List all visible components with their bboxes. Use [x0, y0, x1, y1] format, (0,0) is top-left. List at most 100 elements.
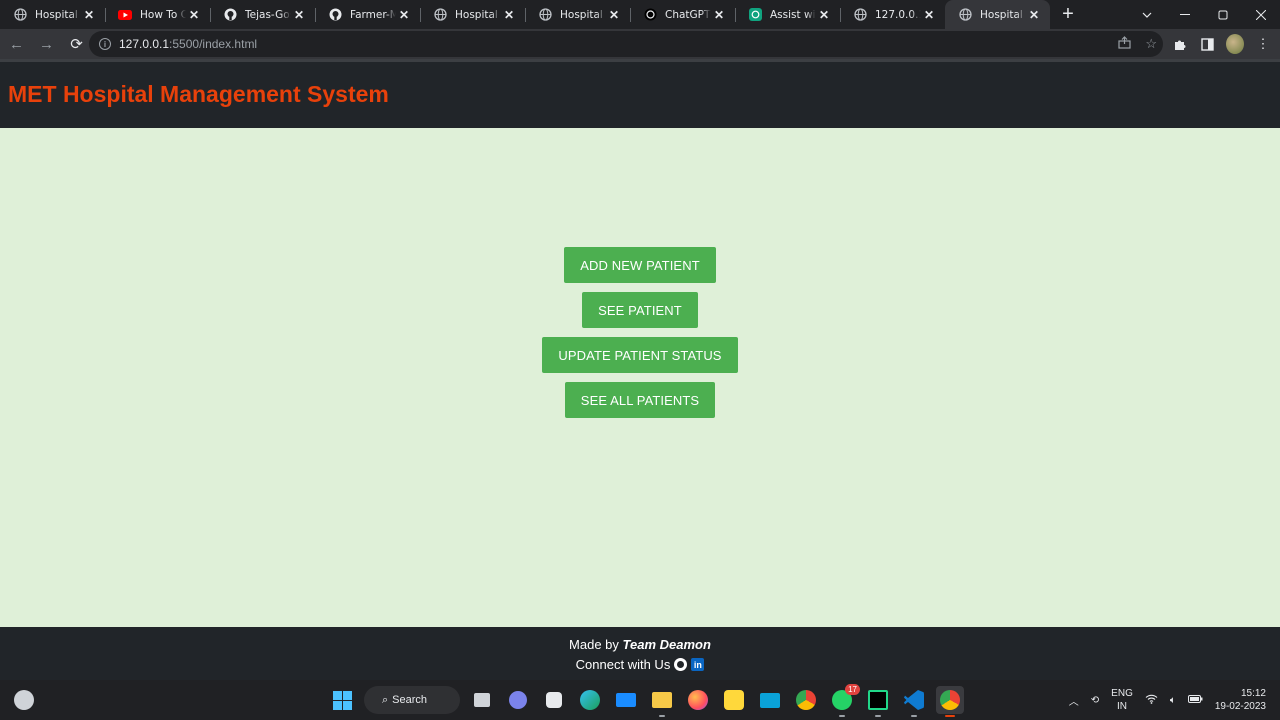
url-path: :5500/index.html	[169, 37, 258, 51]
tab-title: How To Cha	[140, 8, 186, 21]
forward-button[interactable]: →	[33, 31, 60, 58]
url-text: 127.0.0.1:5500/index.html	[119, 37, 257, 51]
lang-bottom: IN	[1117, 701, 1127, 712]
tab-3[interactable]: Tejas-Gosav ✕	[210, 0, 315, 29]
chevron-up-icon[interactable]: ︿	[1069, 693, 1079, 708]
lang-top: ENG	[1111, 688, 1133, 699]
close-icon[interactable]: ✕	[711, 7, 727, 23]
close-icon[interactable]: ✕	[606, 7, 622, 23]
system-tray: ︿ ⟲ ENG IN 🔈︎ 15:12 19-02-2023	[1069, 680, 1266, 720]
info-icon[interactable]: i	[99, 38, 111, 50]
date: 19-02-2023	[1214, 701, 1266, 712]
weather-icon[interactable]	[14, 690, 34, 710]
side-panel-icon[interactable]	[1198, 35, 1216, 53]
add-new-patient-button[interactable]: ADD NEW PATIENT	[564, 247, 716, 283]
see-all-patients-button[interactable]: SEE ALL PATIENTS	[564, 382, 716, 418]
extensions-icon[interactable]	[1170, 35, 1188, 53]
whatsapp-icon[interactable]: 17	[828, 684, 860, 717]
search-label: Search	[392, 694, 428, 706]
close-icon[interactable]: ✕	[396, 7, 412, 23]
url-host: 127.0.0.1	[119, 37, 170, 51]
bookmark-star-icon[interactable]: ☆	[1145, 36, 1157, 52]
tab-title: Hospital Ma	[455, 8, 501, 21]
window-controls	[1128, 0, 1280, 29]
tab-2[interactable]: How To Cha ✕	[105, 0, 210, 29]
footer-connect: Connect with Us in	[0, 657, 1280, 672]
site-footer: Made by Team Deamon Connect with Us in	[0, 627, 1280, 680]
close-icon[interactable]: ✕	[1026, 7, 1042, 23]
clock[interactable]: 15:12 19-02-2023	[1215, 687, 1266, 713]
profile-avatar[interactable]	[1226, 34, 1244, 54]
globe-icon	[538, 8, 552, 22]
remote-desktop-icon[interactable]	[756, 686, 784, 714]
sync-icon[interactable]: ⟲	[1091, 695, 1099, 706]
tab-title: Assist with	[770, 8, 816, 21]
mail-icon[interactable]	[612, 686, 640, 714]
tab-title: Hospital Ma	[560, 8, 606, 21]
firefox-icon[interactable]	[684, 686, 712, 714]
battery-icon[interactable]	[1187, 694, 1203, 706]
windows-taskbar: ⌕ Search 17 ︿ ⟲ ENG IN 🔈︎ 15:12 19-02-20…	[0, 680, 1280, 720]
github-icon[interactable]	[674, 658, 688, 671]
team-name: Team Deamon	[622, 637, 711, 652]
tab-title: 127.0.0.1:55	[875, 8, 921, 21]
globe-icon	[853, 8, 867, 22]
taskbar-apps: ⌕ Search 17	[328, 684, 964, 717]
vscode-icon[interactable]	[900, 686, 928, 717]
restore-button[interactable]	[1204, 0, 1242, 29]
minimize-button[interactable]	[1166, 0, 1204, 29]
menu-kebab-icon[interactable]: ⋮	[1254, 35, 1272, 53]
close-icon[interactable]: ✕	[816, 7, 832, 23]
new-tab-button[interactable]: +	[1054, 0, 1082, 29]
close-icon[interactable]: ✕	[501, 7, 517, 23]
see-patient-button[interactable]: SEE PATIENT	[582, 292, 698, 328]
chrome-icon[interactable]	[792, 686, 820, 714]
action-buttons: ADD NEW PATIENT SEE PATIENT UPDATE PATIE…	[0, 247, 1280, 418]
tab-10-active[interactable]: Hospital Ma ✕	[945, 0, 1050, 29]
close-window-button[interactable]	[1242, 0, 1280, 29]
chat-icon[interactable]	[504, 686, 532, 714]
tab-4[interactable]: Farmer-Mar ✕	[315, 0, 420, 29]
sticky-notes-icon[interactable]	[720, 686, 748, 714]
file-explorer-icon[interactable]	[648, 686, 676, 717]
task-view-icon[interactable]	[468, 686, 496, 714]
close-icon[interactable]: ✕	[81, 7, 97, 23]
wifi-icon[interactable]	[1145, 694, 1158, 707]
chatgpt-icon	[748, 8, 762, 22]
tab-title: Hospital Ma	[980, 8, 1026, 21]
back-button[interactable]: ←	[3, 31, 30, 58]
start-button[interactable]	[328, 686, 356, 714]
tab-7[interactable]: ChatGPT: O ✕	[630, 0, 735, 29]
close-icon[interactable]: ✕	[186, 7, 202, 23]
volume-icon[interactable]: 🔈︎	[1170, 695, 1176, 706]
store-icon[interactable]	[540, 686, 568, 714]
reload-button[interactable]: ⟳	[63, 31, 90, 58]
taskbar-search[interactable]: ⌕ Search	[364, 686, 460, 714]
chrome-profile-icon[interactable]	[936, 686, 964, 717]
share-icon[interactable]	[1118, 36, 1131, 52]
tab-8[interactable]: Assist with ✕	[735, 0, 840, 29]
tab-search-icon[interactable]	[1128, 0, 1166, 29]
connect-text: Connect with Us	[575, 657, 671, 672]
globe-icon	[958, 8, 972, 22]
time: 15:12	[1240, 688, 1266, 699]
tab-5[interactable]: Hospital Ma ✕	[420, 0, 525, 29]
youtube-icon	[118, 8, 132, 22]
windows-logo-icon	[332, 690, 352, 710]
footer-credit: Made by Team Deamon	[0, 637, 1280, 652]
linkedin-icon[interactable]: in	[691, 658, 705, 671]
tab-9[interactable]: 127.0.0.1:55 ✕	[840, 0, 945, 29]
tab-6[interactable]: Hospital Ma ✕	[525, 0, 630, 29]
whatsapp-badge: 17	[845, 684, 860, 695]
globe-icon	[13, 8, 27, 22]
browser-toolbar: ← → ⟳ i 127.0.0.1:5500/index.html ☆ ⋮	[0, 29, 1280, 59]
address-bar[interactable]: i 127.0.0.1:5500/index.html ☆	[89, 31, 1163, 57]
tab-1[interactable]: Hospital Ma ✕	[0, 0, 105, 29]
pycharm-icon[interactable]	[864, 686, 892, 717]
update-patient-status-button[interactable]: UPDATE PATIENT STATUS	[542, 337, 738, 373]
close-icon[interactable]: ✕	[291, 7, 307, 23]
tab-title: Tejas-Gosav	[245, 8, 291, 21]
edge-icon[interactable]	[576, 686, 604, 714]
close-icon[interactable]: ✕	[921, 7, 937, 23]
language-indicator[interactable]: ENG IN	[1111, 687, 1133, 713]
